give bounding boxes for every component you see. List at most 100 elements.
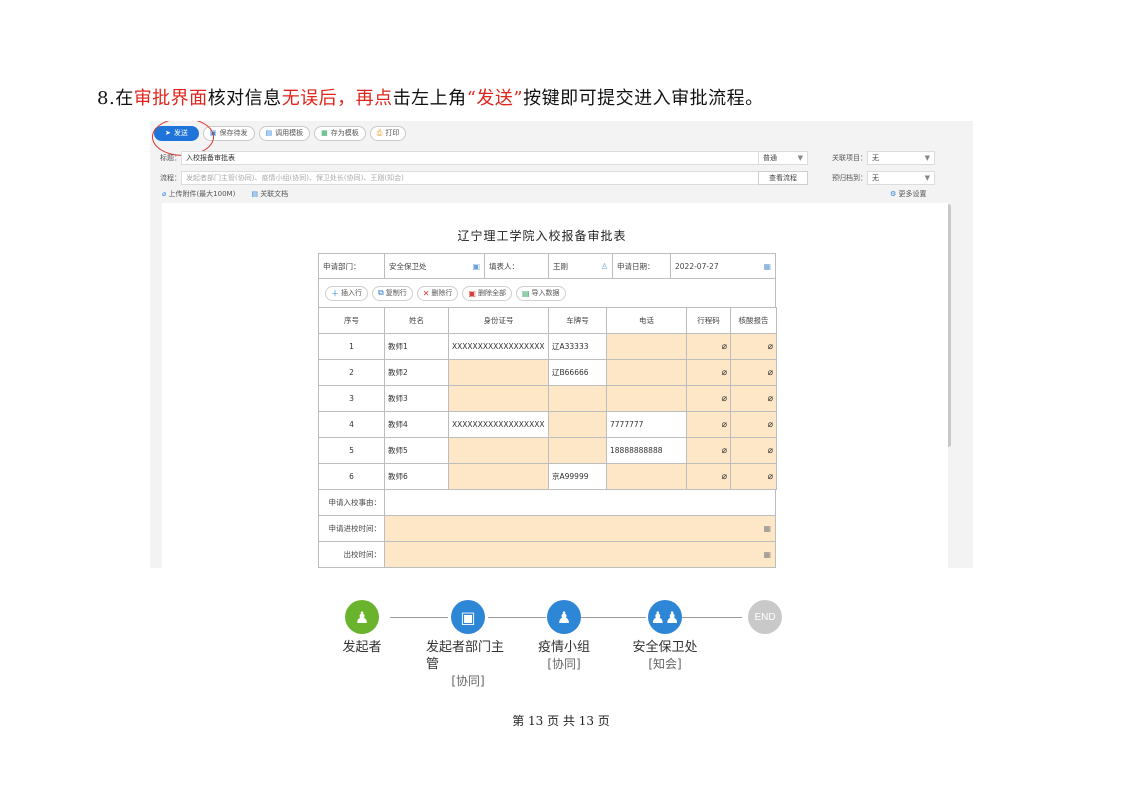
cell-no: 3	[318, 385, 385, 412]
cell-nucleic-report[interactable]: ⌀	[730, 463, 777, 490]
exit-time-label: 出校时间：	[319, 542, 385, 567]
exit-time-field[interactable]: ▦	[385, 542, 775, 567]
instruction-text: 8.在审批界面核对信息无误后，再点击左上角“发送”按键即可提交进入审批流程。	[97, 88, 764, 109]
chevron-down-icon: ▼	[797, 154, 803, 162]
call-template-button[interactable]: ▤ 调用模板	[258, 125, 311, 141]
copy-icon: ⧉	[378, 288, 384, 297]
cell-trip-code[interactable]: ⌀	[686, 463, 731, 490]
cell-phone[interactable]	[606, 463, 687, 490]
cell-id[interactable]: XXXXXXXXXXXXXXXXXX	[448, 411, 549, 438]
date-field[interactable]: 2022-07-27 ▦	[671, 254, 775, 278]
cell-plate[interactable]: 辽B66666	[548, 359, 607, 386]
cell-phone[interactable]	[606, 385, 687, 412]
paperclip-icon: ⌀	[767, 419, 773, 430]
flow-node-dept-head[interactable]: ▣ 发起者部门主管 [协同]	[423, 600, 513, 689]
save-pending-button[interactable]: ▣ 保存待发	[202, 125, 255, 141]
cell-phone[interactable]	[606, 333, 687, 360]
import-data-button[interactable]: ▤ 导入数据	[515, 285, 566, 301]
title-input[interactable]: 入校报备审批表	[181, 151, 761, 165]
delete-row-button[interactable]: ✕ 删除行	[416, 285, 459, 301]
cell-nucleic-report[interactable]: ⌀	[730, 385, 777, 412]
save-template-button[interactable]: ▦ 存为模板	[314, 125, 366, 141]
related-project-select[interactable]: 无 ▼	[867, 151, 935, 165]
cell-id[interactable]	[448, 359, 549, 386]
cell-nucleic-report[interactable]: ⌀	[730, 333, 777, 360]
cell-nucleic-report[interactable]: ⌀	[730, 359, 777, 386]
flow-node-epidemic-team[interactable]: ♟ 疫情小组 [协同]	[519, 600, 609, 672]
paperclip-icon: ⌀	[767, 367, 773, 378]
paperclip-icon: ⌀	[767, 393, 773, 404]
calendar-icon: ▦	[763, 550, 771, 559]
flow-input[interactable]: 发起者部门主管(协同)、疫情小组(协同)、保卫处长(协同)、王刚(知会)	[181, 171, 761, 185]
flow-node-initiator[interactable]: ♟ 发起者	[317, 600, 407, 656]
flow-label: 流程：	[160, 174, 181, 182]
cell-plate[interactable]: 京A99999	[548, 463, 607, 490]
cell-name[interactable]: 教师2	[384, 359, 449, 386]
cell-id[interactable]: XXXXXXXXXXXXXXXXXX	[448, 333, 549, 360]
table-row: 5 教师5 18888888888 ⌀ ⌀	[318, 437, 777, 464]
cell-name[interactable]: 教师4	[384, 411, 449, 438]
related-doc-link[interactable]: ▤ 关联文档	[251, 189, 288, 199]
group-icon: ♟♟	[648, 600, 682, 634]
entry-time-field[interactable]: ▦	[385, 516, 775, 541]
calendar-icon: ▦	[763, 524, 771, 533]
cell-nucleic-report[interactable]: ⌀	[730, 437, 777, 464]
reason-field[interactable]	[385, 490, 775, 515]
delete-all-button[interactable]: ▣ 删除全部	[462, 285, 512, 301]
paperclip-icon: ⌀	[767, 341, 773, 352]
cell-name[interactable]: 教师6	[384, 463, 449, 490]
flow-node-end: END	[720, 600, 810, 634]
cell-trip-code[interactable]: ⌀	[686, 359, 731, 386]
paperclip-icon: ⌀	[721, 393, 727, 404]
cell-trip-code[interactable]: ⌀	[686, 437, 731, 464]
view-flow-button[interactable]: 查看流程	[758, 171, 808, 185]
archive-select[interactable]: 无 ▼	[867, 171, 935, 185]
org-icon: ▣	[472, 261, 480, 271]
upload-attachment-link[interactable]: ⌀ 上传附件(最大100M)	[162, 189, 235, 199]
filler-field[interactable]: 王刚 ♙	[549, 254, 613, 278]
save-icon: ▣	[209, 129, 217, 137]
entry-time-label: 申请进校时间：	[319, 516, 385, 541]
print-button[interactable]: ⎙ 打印	[369, 125, 407, 141]
cell-no: 5	[318, 437, 385, 464]
cell-phone[interactable]	[606, 359, 687, 386]
cell-phone[interactable]: 18888888888	[606, 437, 687, 464]
cell-nucleic-report[interactable]: ⌀	[730, 411, 777, 438]
copy-row-button[interactable]: ⧉ 复制行	[372, 285, 413, 301]
calendar-icon: ▦	[763, 261, 771, 271]
cell-trip-code[interactable]: ⌀	[686, 411, 731, 438]
gear-icon: ⚙	[890, 190, 897, 198]
cell-id[interactable]	[448, 463, 549, 490]
title-label: 标题：	[160, 154, 181, 162]
col-no: 序号	[318, 307, 385, 334]
toolbar: ➤ 发送 ▣ 保存待发 ▤ 调用模板 ▦ 存为模板 ⎙ 打印	[154, 125, 407, 141]
cell-trip-code[interactable]: ⌀	[686, 333, 731, 360]
cell-id[interactable]	[448, 437, 549, 464]
cell-name[interactable]: 教师5	[384, 437, 449, 464]
paperclip-icon: ⌀	[162, 190, 167, 198]
insert-row-button[interactable]: ＋插入行	[325, 285, 368, 301]
flow-node-security[interactable]: ♟♟ 安全保卫处 [知会]	[620, 600, 710, 672]
cell-phone[interactable]: 7777777	[606, 411, 687, 438]
chevron-down-icon: ▼	[924, 174, 930, 182]
send-button[interactable]: ➤ 发送	[154, 125, 199, 141]
cell-plate[interactable]	[548, 411, 607, 438]
person-icon: ♟	[345, 600, 379, 634]
priority-select[interactable]: 普通 ▼	[758, 151, 808, 165]
form-area: 辽宁理工学院入校报备审批表 申请部门： 安全保卫处 ▣ 填表人： 王刚 ♙ 申请日期…	[162, 203, 948, 568]
manager-icon: ▣	[451, 600, 485, 634]
cell-name[interactable]: 教师1	[384, 333, 449, 360]
cell-id[interactable]	[448, 385, 549, 412]
cell-plate[interactable]: 辽A33333	[548, 333, 607, 360]
personnel-table: 序号 姓名 身份证号 车牌号 电话 行程码 核酸报告 1 教师1 XXXXXXXXX…	[318, 307, 777, 490]
template-icon: ▤	[265, 129, 273, 137]
cell-name[interactable]: 教师3	[384, 385, 449, 412]
cell-plate[interactable]	[548, 437, 607, 464]
cell-plate[interactable]	[548, 385, 607, 412]
dept-field[interactable]: 安全保卫处 ▣	[385, 254, 485, 278]
send-icon: ➤	[165, 129, 171, 137]
cell-trip-code[interactable]: ⌀	[686, 385, 731, 412]
more-settings-link[interactable]: ⚙ 更多设置	[890, 189, 927, 199]
col-plate: 车牌号	[548, 307, 607, 334]
save-template-icon: ▦	[321, 129, 328, 137]
